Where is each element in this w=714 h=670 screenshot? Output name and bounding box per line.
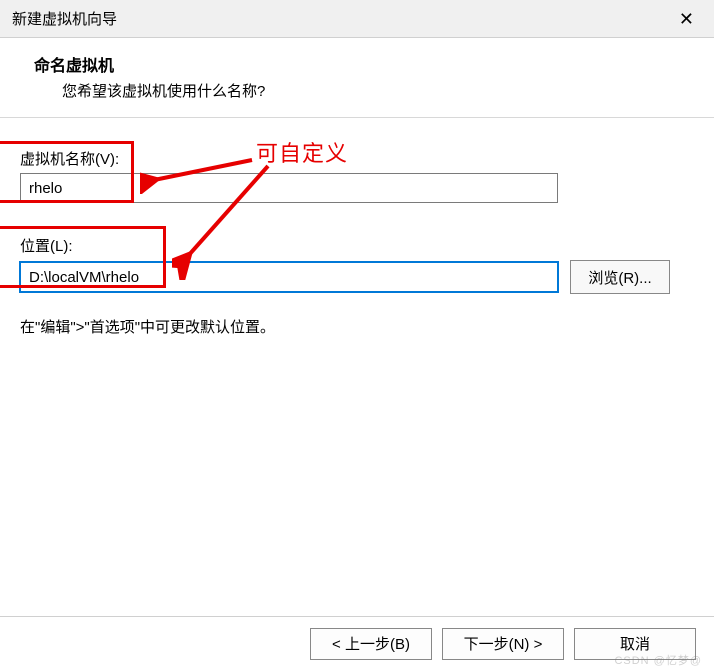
back-button[interactable]: < 上一步(B) [310,628,432,660]
annotation-label: 可自定义 [256,136,348,168]
watermark: CSDN @忆梦@ [614,652,702,668]
window-title: 新建虚拟机向导 [12,8,117,29]
vm-name-label: 虚拟机名称(V): [20,148,694,169]
location-label: 位置(L): [20,235,694,256]
hint-text: 在"编辑">"首选项"中可更改默认位置。 [20,316,694,337]
browse-button[interactable]: 浏览(R)... [570,260,670,294]
titlebar: 新建虚拟机向导 ✕ [0,0,714,38]
next-button[interactable]: 下一步(N) > [442,628,564,660]
close-icon[interactable]: ✕ [671,6,702,32]
wizard-body: 虚拟机名称(V): 位置(L): 浏览(R)... 在"编辑">"首选项"中可更… [0,118,714,588]
vm-name-input[interactable] [20,173,558,203]
page-title: 命名虚拟机 [34,52,714,76]
wizard-footer: < 上一步(B) 下一步(N) > 取消 [0,616,714,670]
wizard-header: 命名虚拟机 您希望该虚拟机使用什么名称? [0,38,714,118]
page-subtitle: 您希望该虚拟机使用什么名称? [34,80,714,101]
location-input[interactable] [20,262,558,292]
